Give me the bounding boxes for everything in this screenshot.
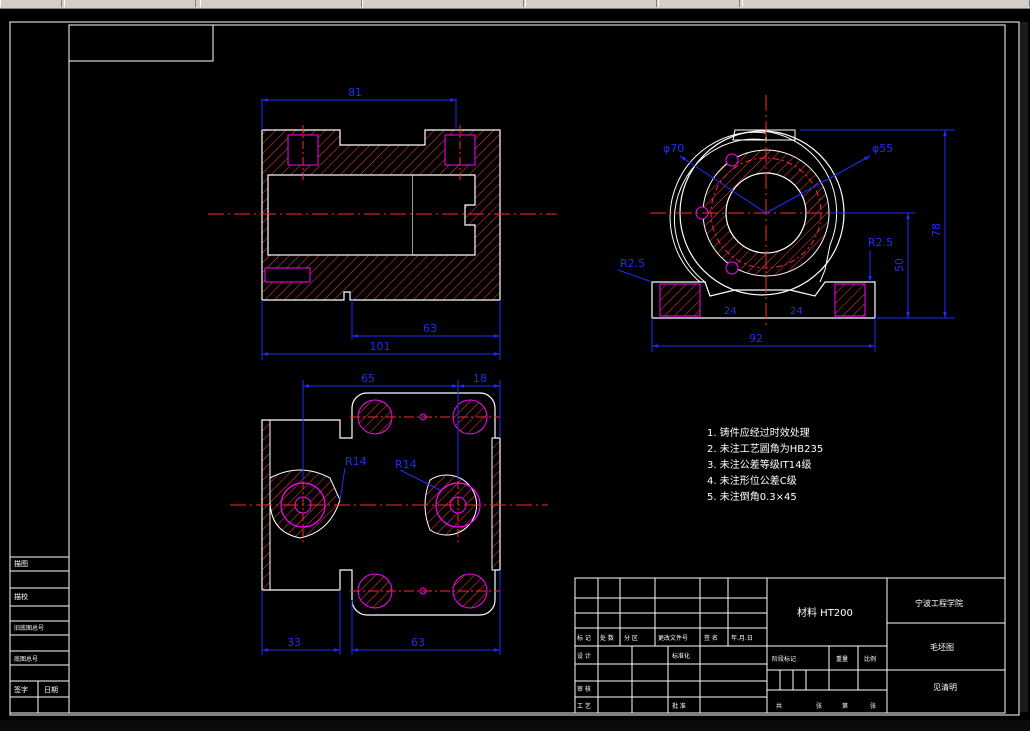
sheet-n2: 张 (870, 702, 876, 710)
front-section-view: 81 63 101 (208, 86, 557, 360)
dim-65: 65 (361, 372, 375, 385)
design-label: 设 计 (577, 652, 591, 660)
dim-63b: 63 (411, 636, 425, 649)
dim-24-left: 24 (724, 306, 737, 317)
sheet-total: 共 (776, 702, 782, 710)
weight-label: 重量 (836, 655, 848, 663)
stage-label: 阶段标记 (772, 655, 796, 663)
edge-hatch (491, 437, 501, 571)
sheet-n: 张 (816, 702, 822, 710)
inner-frame (68, 24, 1006, 714)
dim-r14-right: R14 (395, 458, 417, 471)
note-5: 5. 未注倒角0.3×45 (707, 490, 797, 503)
col-label: 年.月.日 (731, 634, 753, 642)
dim-33: 33 (287, 636, 301, 649)
side-label: 日期 (44, 686, 58, 694)
horizontal-scrollbar[interactable] (0, 720, 1030, 731)
title-block-text: 材料 HT200 宁波工程学院 毛坯图 见清明 标 记 处 数 分 区 更改文件… (577, 598, 963, 710)
dim-50: 50 (893, 258, 906, 272)
outer-frame (9, 21, 1020, 716)
dim-r14-left: R14 (345, 455, 367, 468)
col-label: 更改文件号 (658, 634, 688, 642)
dim-78: 78 (930, 223, 943, 237)
scale-label: 比例 (864, 655, 876, 663)
school-name: 宁波工程学院 (915, 598, 963, 608)
technical-notes: 1. 铸件应经过时效处理 2. 未注工艺圆角为HB235 3. 未注公差等级IT… (707, 426, 823, 503)
dim-24-right: 24 (790, 306, 803, 317)
dim-r55: φ55 (872, 142, 893, 155)
leader (339, 467, 346, 501)
bolt-hole (725, 261, 739, 275)
side-label: 底图总号 (14, 655, 38, 663)
material-label: 材料 HT200 (797, 606, 853, 619)
side-label: 描图 (14, 559, 28, 568)
dim-101: 101 (370, 340, 391, 353)
note-3: 3. 未注公差等级IT14级 (707, 458, 812, 471)
col-label: 签 名 (704, 634, 718, 642)
base-bolt-hatch (834, 283, 866, 317)
side-block-labels: 描图 描校 旧底图总号 底图总号 签字 日期 (14, 559, 58, 694)
col-label: 分 区 (624, 634, 638, 642)
side-label: 描校 (14, 592, 28, 601)
dim-r25-left: R2.5 (620, 257, 645, 270)
standard-label: 标准化 (672, 652, 690, 660)
dim-r25-right: R2.5 (868, 236, 893, 249)
designer: 见清明 (933, 682, 957, 692)
side-label: 旧底图总号 (14, 624, 44, 632)
bolt-hole (725, 153, 739, 167)
check-label: 审 核 (577, 685, 591, 693)
side-label: 签字 (14, 685, 28, 694)
top-view: 65 18 R14 R14 33 63 (230, 372, 548, 655)
sheet-this: 第 (842, 702, 848, 710)
dim-81: 81 (348, 86, 362, 99)
note-2: 2. 未注工艺圆角为HB235 (707, 442, 823, 455)
dim-63: 63 (423, 322, 437, 335)
col-label: 处 数 (600, 634, 614, 642)
note-4: 4. 未注形位公差C级 (707, 474, 797, 487)
col-label: 标 记 (577, 634, 591, 642)
side-view: φ70 φ55 78 50 R2.5 R2.5 24 24 92 (617, 95, 955, 352)
code-box (68, 24, 214, 62)
approve-label: 批 准 (672, 702, 686, 710)
leader (617, 269, 653, 283)
bore-cavity (267, 174, 414, 256)
base-bolt-hatch (659, 283, 701, 317)
process-label: 工 艺 (577, 702, 591, 710)
threaded-hole (264, 267, 311, 283)
drawing-canvas[interactable]: 81 63 101 φ70 φ55 78 50 R2.5 R2.5 24 24 … (0, 0, 1030, 731)
dim-18: 18 (473, 372, 487, 385)
dim-phi70: φ70 (663, 142, 684, 155)
note-1: 1. 铸件应经过时效处理 (707, 426, 810, 439)
part-name: 毛坯图 (930, 642, 954, 652)
dim-92: 92 (749, 332, 763, 345)
